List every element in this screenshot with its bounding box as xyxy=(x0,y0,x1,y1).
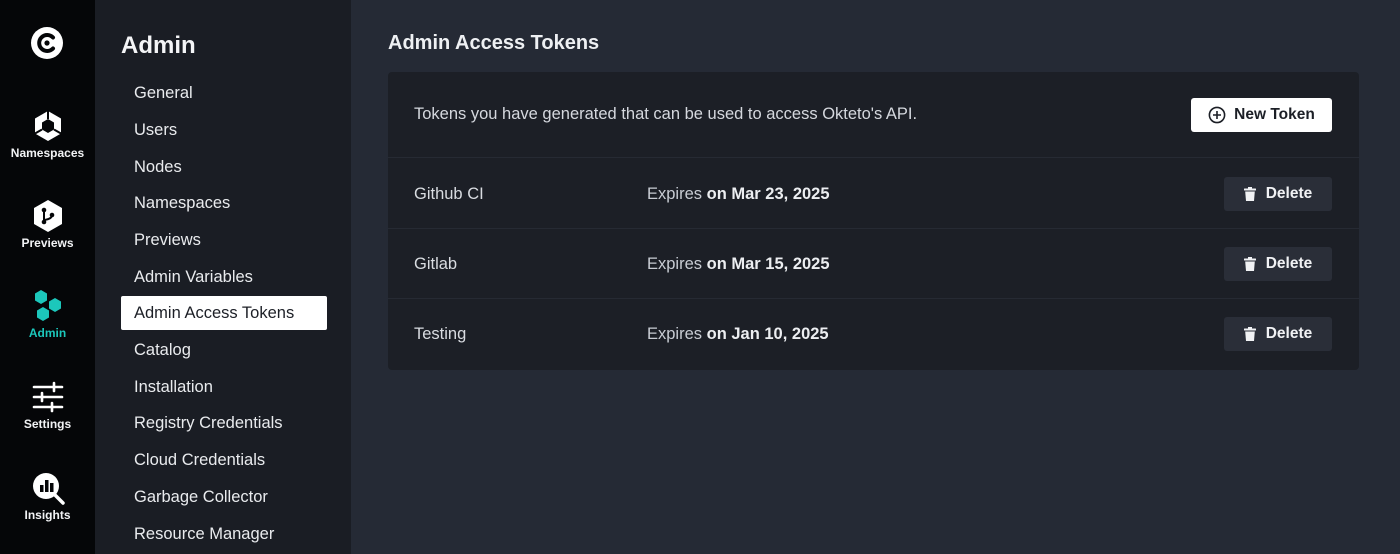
rail-item-settings[interactable]: Settings xyxy=(0,379,95,431)
expires-prefix: Expires xyxy=(647,325,703,343)
token-expiry: Expires on Jan 10, 2025 xyxy=(647,325,829,344)
admin-sidebar: Admin General Users Nodes Namespaces Pre… xyxy=(95,0,351,554)
sidebar-title: Admin xyxy=(121,32,196,59)
token-expiry: Expires on Mar 15, 2025 xyxy=(647,255,830,274)
new-token-button[interactable]: New Token xyxy=(1191,98,1332,132)
rail-item-previews[interactable]: Previews xyxy=(0,198,95,250)
trash-icon xyxy=(1243,327,1256,341)
delete-token-button[interactable]: Delete xyxy=(1224,317,1332,351)
sidebar-item-admin-variables[interactable]: Admin Variables xyxy=(121,260,327,294)
rail-item-namespaces[interactable]: Namespaces xyxy=(0,108,95,160)
trash-icon xyxy=(1243,187,1256,201)
delete-label: Delete xyxy=(1265,185,1313,202)
new-token-label: New Token xyxy=(1234,106,1315,123)
rail-item-label: Admin xyxy=(28,326,67,340)
sidebar-item-installation[interactable]: Installation xyxy=(121,370,327,404)
sidebar-item-cloud-credentials[interactable]: Cloud Credentials xyxy=(121,443,327,477)
expiry-date: on Mar 15, 2025 xyxy=(706,255,830,273)
plus-circle-icon xyxy=(1208,106,1226,124)
sidebar-item-admin-access-tokens[interactable]: Admin Access Tokens xyxy=(121,296,327,330)
sidebar-item-previews[interactable]: Previews xyxy=(121,223,327,257)
expires-prefix: Expires xyxy=(647,185,703,203)
admin-icon xyxy=(34,290,61,321)
delete-token-button[interactable]: Delete xyxy=(1224,247,1332,281)
sidebar-item-resource-manager[interactable]: Resource Manager xyxy=(121,517,327,551)
token-row: Testing Expires on Jan 10, 2025 Delete xyxy=(388,299,1359,369)
delete-label: Delete xyxy=(1265,325,1313,342)
tokens-card-header: Tokens you have generated that can be us… xyxy=(388,72,1359,158)
sidebar-item-users[interactable]: Users xyxy=(121,113,327,147)
sidebar-item-registry-credentials[interactable]: Registry Credentials xyxy=(121,406,327,440)
trash-icon xyxy=(1243,257,1256,271)
token-row: Github CI Expires on Mar 23, 2025 Delete xyxy=(388,159,1359,229)
app-rail: Namespaces Previews Admin Settings Insig… xyxy=(0,0,95,554)
sidebar-item-namespaces[interactable]: Namespaces xyxy=(121,186,327,220)
sidebar-item-nodes[interactable]: Nodes xyxy=(121,150,327,184)
expires-prefix: Expires xyxy=(647,255,703,273)
expiry-date: on Jan 10, 2025 xyxy=(706,325,829,343)
delete-token-button[interactable]: Delete xyxy=(1224,177,1332,211)
token-name: Github CI xyxy=(414,185,484,203)
token-expiry: Expires on Mar 23, 2025 xyxy=(647,185,830,204)
rail-item-label: Insights xyxy=(24,508,71,522)
expiry-date: on Mar 23, 2025 xyxy=(706,185,830,203)
sidebar-item-garbage-collector[interactable]: Garbage Collector xyxy=(121,480,327,514)
okteto-logo-icon[interactable] xyxy=(29,25,65,61)
sidebar-item-catalog[interactable]: Catalog xyxy=(121,333,327,367)
rail-item-label: Previews xyxy=(21,236,74,250)
namespaces-icon xyxy=(34,111,61,141)
tokens-card: Tokens you have generated that can be us… xyxy=(388,72,1359,370)
insights-icon xyxy=(32,473,65,505)
sidebar-item-general[interactable]: General xyxy=(121,76,327,110)
rail-item-insights[interactable]: Insights xyxy=(0,470,95,522)
delete-label: Delete xyxy=(1265,255,1313,272)
token-row: Gitlab Expires on Mar 15, 2025 Delete xyxy=(388,229,1359,299)
page-title: Admin Access Tokens xyxy=(388,32,600,54)
token-name: Gitlab xyxy=(414,255,458,273)
previews-icon xyxy=(33,200,62,232)
settings-icon xyxy=(32,381,63,413)
token-name: Testing xyxy=(414,325,467,343)
rail-item-label: Namespaces xyxy=(10,146,85,160)
rail-item-label: Settings xyxy=(23,417,72,431)
rail-item-admin[interactable]: Admin xyxy=(0,288,95,340)
tokens-description: Tokens you have generated that can be us… xyxy=(414,105,918,123)
